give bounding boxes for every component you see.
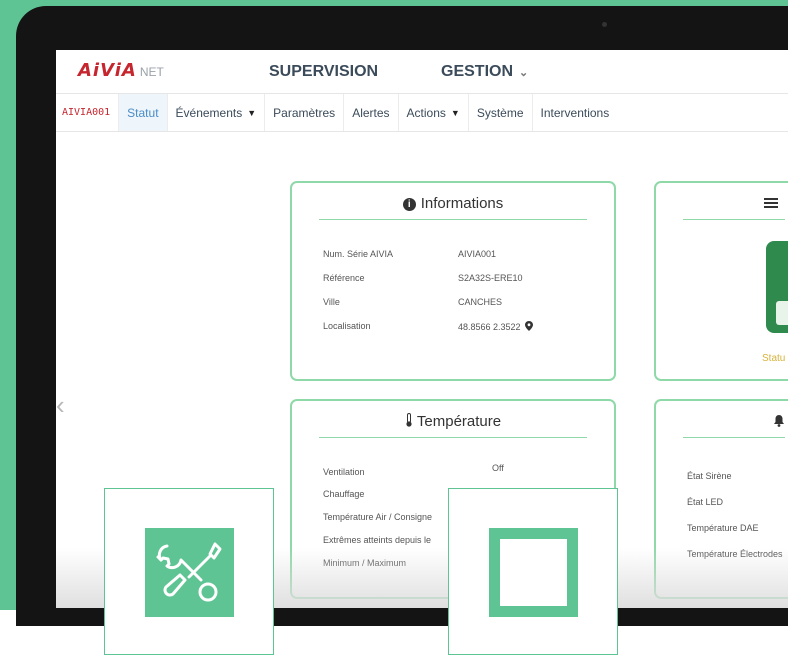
chevron-left-icon[interactable]: ‹ [56,390,65,421]
nav-supervision-label: SUPERVISION [269,63,379,80]
informations-title: Informations [420,195,504,212]
info-label: Num. Série AIVIA [323,249,394,259]
temp-label: Minimum / Maximum [323,558,407,568]
card-title: Température [292,413,614,430]
device-id-label: AIVIA001 [56,94,120,131]
camera-dot [602,22,607,27]
tab-evenements[interactable]: Événements ▼ [168,94,266,131]
tab-interventions-label: Interventions [540,105,610,120]
informations-card: i Informations Num. Série AIVIA AIVIA001 … [290,181,616,381]
tab-alertes-label: Alertes [352,105,390,120]
tab-actions[interactable]: Actions ▼ [399,94,469,131]
tab-systeme[interactable]: Système [469,94,533,131]
square-icon-hole [500,539,567,606]
logo-main-text: AiViA [78,60,137,81]
info-value: S2A32S-ERE10 [458,273,523,283]
location-row[interactable]: 48.8566 2.3522 [458,321,534,332]
caret-down-icon: ▼ [247,107,257,118]
tab-interventions[interactable]: Interventions [533,94,618,131]
tab-evenements-label: Événements [175,105,243,120]
info-value: 48.8566 2.3522 [458,322,521,332]
alarm-label: Température Électrodes [687,549,783,559]
divider [319,219,587,220]
tab-statut[interactable]: Statut [119,94,168,131]
temp-label: Chauffage [323,489,365,499]
info-label: Localisation [323,321,371,331]
temp-label: Ventilation [323,467,365,477]
chevron-down-icon: ⌄ [519,67,529,79]
sub-navigation: AIVIA001 Statut Événements ▼ Paramètres A… [56,94,788,132]
tab-parametres[interactable]: Paramètres [265,94,345,131]
divider [683,437,785,438]
info-icon: i [402,198,416,211]
tab-statut-label: Statut [127,105,159,120]
temp-value: Off [492,463,504,473]
info-value: AIVIA001 [458,249,497,259]
caret-down-icon: ▼ [450,107,460,118]
temp-label: Température Air / Consigne [323,512,433,522]
tools-icon-svg [156,542,222,602]
info-label: Ville [323,297,340,307]
status-label: Statu [762,353,786,364]
tab-systeme-label: Système [476,105,524,120]
info-label: Référence [323,273,365,283]
alarm-label: État LED [687,497,724,507]
nav-supervision[interactable]: SUPERVISION [269,63,378,81]
top-navigation-bar: AiViA NET SUPERVISION GESTION ⌄ [56,50,788,94]
location-pin-icon [525,321,534,331]
tab-alertes[interactable]: Alertes [344,94,399,131]
tab-parametres-label: Paramètres [273,105,336,120]
bell-icon [774,415,784,427]
card-title: i Informations [292,195,614,212]
tools-icon [145,528,234,617]
tools-tile [104,488,274,655]
thermometer-icon [406,413,412,427]
aivia-logo[interactable]: AiViA NET [78,60,164,81]
nav-gestion-label: GESTION [441,63,514,80]
tab-actions-label: Actions [406,105,446,120]
divider [319,437,587,438]
alarm-card: État Sirène État LED Température DAE Tem… [654,399,788,599]
square-tile [448,488,618,655]
dae-device-image [766,241,788,333]
device-badge [776,301,788,325]
temperature-title: Température [416,413,502,430]
temp-label: Extrêmes atteints depuis le [323,535,432,545]
list-icon [764,198,778,208]
alarm-label: État Sirène [687,471,732,481]
alarm-label: Température DAE [687,523,759,533]
divider [683,219,785,220]
logo-suffix-text: NET [139,65,164,79]
square-icon [489,528,578,617]
nav-gestion[interactable]: GESTION ⌄ [441,63,528,81]
device-status-card: Statu [654,181,788,381]
info-value: CANCHES [458,297,503,307]
